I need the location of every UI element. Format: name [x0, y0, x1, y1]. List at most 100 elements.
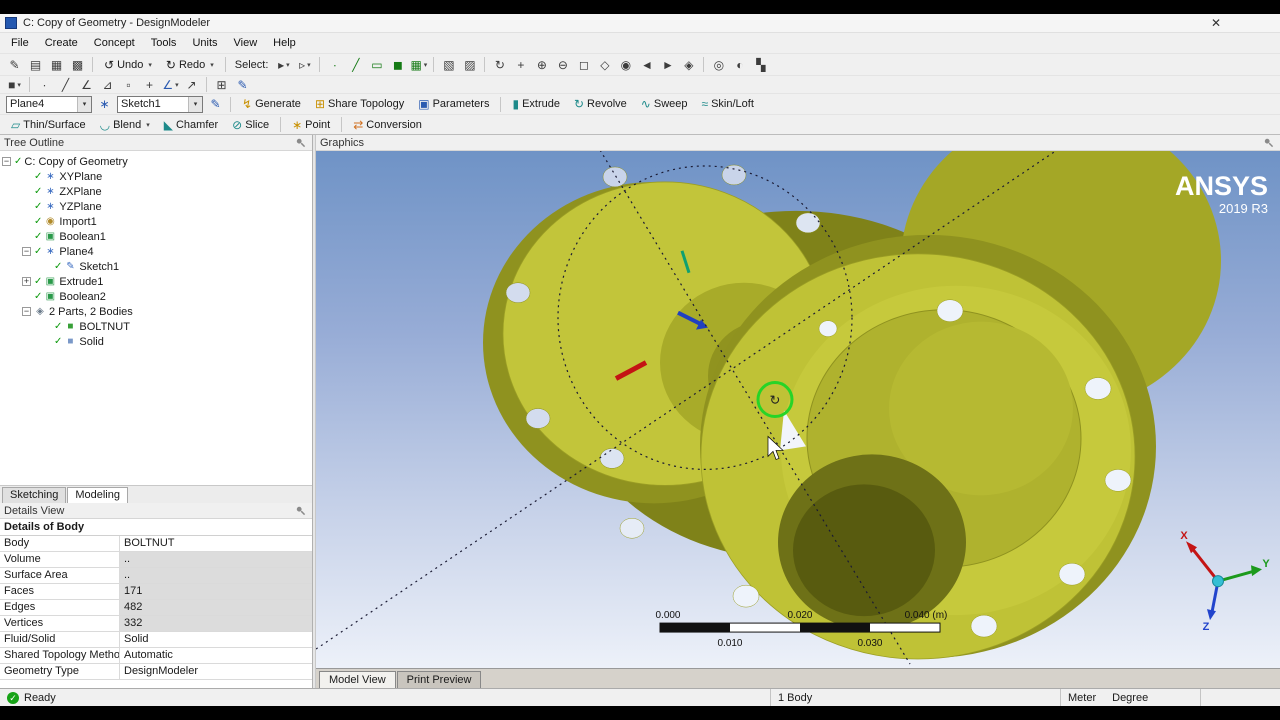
menu-tools[interactable]: Tools [143, 35, 185, 51]
sweep-button[interactable]: ∿ Sweep [635, 97, 694, 111]
close-button[interactable]: ✕ [1207, 16, 1225, 30]
menu-units[interactable]: Units [184, 35, 225, 51]
pin-icon[interactable] [295, 137, 306, 148]
tree-item-yzplane[interactable]: ✓ ∗ YZPlane [0, 199, 312, 214]
menu-concept[interactable]: Concept [86, 35, 143, 51]
pan-button[interactable]: + [511, 56, 530, 73]
detail-value[interactable]: 171 [120, 584, 312, 599]
detail-value[interactable]: .. [120, 552, 312, 567]
rotate-button[interactable]: ↻ [490, 56, 509, 73]
blend-button[interactable]: ◡ Blend ▾ [94, 118, 156, 132]
next-view-button[interactable]: ► [658, 56, 677, 73]
detail-value[interactable]: 332 [120, 616, 312, 631]
detail-value[interactable]: 482 [120, 600, 312, 615]
tree-item-xyplane[interactable]: ✓ ∗ XYPlane [0, 169, 312, 184]
revolve-button[interactable]: ↻ Revolve [568, 97, 633, 111]
previous-view-button[interactable]: ◄ [637, 56, 656, 73]
detail-value[interactable]: Automatic [120, 648, 312, 663]
thin-surface-button[interactable]: ▱ Thin/Surface [5, 118, 92, 132]
tab-sketching[interactable]: Sketching [2, 487, 67, 503]
filter-vertices-button[interactable]: ∙ [325, 56, 344, 73]
new-plane-button[interactable]: ∗ [95, 96, 114, 113]
magnifier-button[interactable]: ◉ [616, 56, 635, 73]
display-edges-button[interactable]: ╱ [56, 76, 75, 93]
display-tangent-edges-button[interactable]: ⊿ [98, 76, 117, 93]
expander-icon[interactable]: − [2, 157, 11, 166]
detail-value[interactable]: DesignModeler [120, 664, 312, 679]
sketch-grid-button[interactable]: ⊞ [212, 76, 231, 93]
share-topology-button[interactable]: ⊞ Share Topology [309, 97, 410, 111]
tree-item-plane4[interactable]: − ✓ ∗ Plane4 [0, 244, 312, 259]
chevron-down-icon[interactable]: ▾ [286, 61, 290, 69]
skin-loft-button[interactable]: ≈ Skin/Loft [696, 97, 760, 111]
sketch-selector[interactable]: Sketch1 ▾ [117, 95, 203, 113]
expander-icon[interactable]: − [22, 247, 31, 256]
chevron-down-icon[interactable]: ▾ [188, 96, 202, 112]
conversion-button[interactable]: ⇄ Conversion [347, 118, 428, 132]
open-button[interactable]: ▤ [26, 56, 45, 73]
pin-icon[interactable] [295, 505, 306, 516]
lasso-select-button[interactable]: ▨ [460, 56, 479, 73]
zoom-button[interactable]: ⊕ [532, 56, 551, 73]
new-sketch-button[interactable]: ✎ [5, 56, 24, 73]
tree-item-2-parts-2-bodies[interactable]: − ◈ 2 Parts, 2 Bodies [0, 304, 312, 319]
tab-model-view[interactable]: Model View [319, 671, 396, 688]
chevron-down-icon[interactable]: ▾ [424, 61, 428, 69]
plane-selector[interactable]: Plane4 ▾ [6, 95, 92, 113]
box-select-button[interactable]: ▧ [439, 56, 458, 73]
redo-button[interactable]: ↻ Redo ▾ [160, 58, 220, 72]
new-sketch-tool-button[interactable]: ✎ [206, 96, 225, 113]
isometric-view-button[interactable]: ◈ [679, 56, 698, 73]
chevron-down-icon[interactable]: ▾ [175, 81, 179, 89]
select-mode-button[interactable]: ▸ ▾ [274, 56, 293, 73]
menu-file[interactable]: File [3, 35, 37, 51]
chamfer-button[interactable]: ◣ Chamfer [158, 118, 224, 132]
extrude-button[interactable]: ▮ Extrude [506, 97, 566, 111]
tree-item-boltnut[interactable]: ✓ ■ BOLTNUT [0, 319, 312, 334]
filter-edges-button[interactable]: ╱ [346, 56, 365, 73]
chevron-down-icon[interactable]: ▾ [148, 61, 152, 69]
detail-value[interactable]: BOLTNUT [120, 536, 312, 551]
detail-value[interactable]: .. [120, 568, 312, 583]
detail-value[interactable]: Solid [120, 632, 312, 647]
filter-faces-button[interactable]: ▭ [367, 56, 386, 73]
tree-item-sketch1[interactable]: ✓ ✎ Sketch1 [0, 259, 312, 274]
tab-print-preview[interactable]: Print Preview [396, 671, 482, 688]
display-mode-button[interactable]: ◐ [730, 56, 749, 73]
menu-help[interactable]: Help [265, 35, 304, 51]
graphics-viewport[interactable]: ↻ ANSYS 2019 R3 0.000 0.020 0.040 (m) 0.… [316, 151, 1280, 668]
tree-item-zxplane[interactable]: ✓ ∗ ZXPlane [0, 184, 312, 199]
generate-button[interactable]: ↯ Generate [236, 97, 307, 111]
chevron-down-icon[interactable]: ▾ [210, 61, 214, 69]
look-at-button[interactable]: ◎ [709, 56, 728, 73]
parameters-button[interactable]: ▣ Parameters [412, 97, 495, 111]
undo-button[interactable]: ↺ Undo ▾ [98, 58, 158, 72]
adjacent-filter-button[interactable]: ▦ ▾ [409, 56, 428, 73]
zoom-to-fit-button[interactable]: ◇ [595, 56, 614, 73]
select-loops-button[interactable]: ▹ ▾ [295, 56, 314, 73]
edge-coloring-button[interactable]: ∠ ▾ [161, 76, 180, 93]
box-zoom-button[interactable]: ◻ [574, 56, 593, 73]
tree-item-extrude1[interactable]: + ✓ ▣ Extrude1 [0, 274, 312, 289]
expander-icon[interactable]: − [22, 307, 31, 316]
display-vertices-button[interactable]: ▫ [119, 76, 138, 93]
viewports-button[interactable]: ▚ [751, 56, 770, 73]
menu-view[interactable]: View [226, 35, 266, 51]
chevron-down-icon[interactable]: ▾ [77, 96, 91, 112]
slice-button[interactable]: ⊘ Slice [226, 118, 275, 132]
display-points-button[interactable]: ∙ [35, 76, 54, 93]
pin-icon[interactable] [1263, 137, 1274, 148]
display-hard-edges-button[interactable]: ∠ [77, 76, 96, 93]
tab-modeling[interactable]: Modeling [67, 487, 128, 503]
expander-icon[interactable]: + [22, 277, 31, 286]
menu-create[interactable]: Create [37, 35, 86, 51]
chevron-down-icon[interactable]: ▾ [146, 121, 150, 129]
tree-item-solid[interactable]: ✓ ■ Solid [0, 334, 312, 349]
tree-item-boolean1[interactable]: ✓ ▣ Boolean1 [0, 229, 312, 244]
chevron-down-icon[interactable]: ▾ [307, 61, 311, 69]
save-button[interactable]: ▦ [47, 56, 66, 73]
image-capture-button[interactable]: ▩ [68, 56, 87, 73]
snap-button[interactable]: ✎ [233, 76, 252, 93]
edge-direction-button[interactable]: ↗ [182, 76, 201, 93]
zoom-out-button[interactable]: ⊖ [553, 56, 572, 73]
